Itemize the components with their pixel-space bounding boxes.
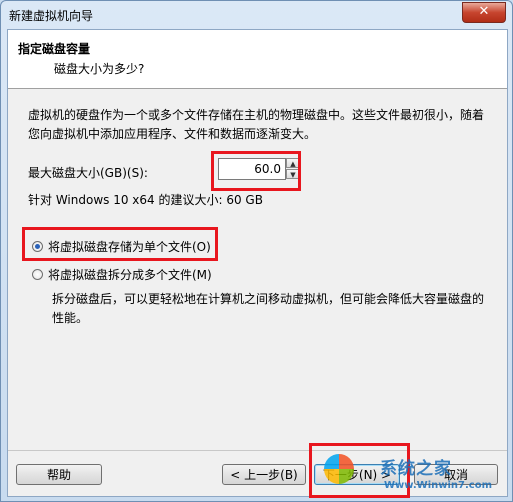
radio-unchecked-icon[interactable]	[32, 269, 43, 280]
wizard-header: 指定磁盘容量 磁盘大小为多少?	[8, 30, 507, 89]
split-files-label[interactable]: 将虚拟磁盘拆分成多个文件(M)	[48, 266, 212, 283]
footer-divider	[8, 450, 507, 451]
disk-size-label: 最大磁盘大小(GB)(S):	[28, 166, 148, 180]
close-icon: ✕	[478, 4, 490, 19]
stepper-down-icon[interactable]: ▼	[286, 169, 300, 179]
window-title: 新建虚拟机向导	[9, 9, 94, 23]
disk-size-stepper: ▲ ▼	[218, 158, 302, 182]
recommended-size: 针对 Windows 10 x64 的建议大小: 60 GB	[28, 193, 263, 207]
cancel-button[interactable]: 取消	[414, 464, 498, 485]
single-file-label[interactable]: 将虚拟磁盘存储为单个文件(O)	[48, 238, 211, 255]
radio-checked-icon[interactable]	[32, 241, 43, 252]
split-files-option[interactable]: 将虚拟磁盘拆分成多个文件(M)	[32, 266, 212, 283]
next-button[interactable]: 下一步(N) >	[314, 464, 400, 485]
split-description: 拆分磁盘后，可以更轻松地在计算机之间移动虚拟机，但可能会降低大容量磁盘的性能。	[52, 292, 485, 325]
back-button[interactable]: < 上一步(B)	[222, 464, 306, 485]
title-bar[interactable]: 新建虚拟机向导 ✕	[1, 1, 512, 28]
help-button[interactable]: 帮助	[16, 464, 102, 485]
stepper-up-icon[interactable]: ▲	[286, 158, 300, 168]
stepper-buttons: ▲ ▼	[286, 158, 300, 180]
page-title: 指定磁盘容量	[18, 42, 91, 56]
disk-description: 虚拟机的硬盘作为一个或多个文件存储在主机的物理磁盘中。这些文件最初很小，随着您向…	[28, 108, 485, 141]
close-button[interactable]: ✕	[462, 2, 506, 23]
wizard-window: 新建虚拟机向导 ✕ 指定磁盘容量 磁盘大小为多少? 虚拟机的硬盘作为一个或多个文…	[0, 0, 513, 502]
wizard-client-area: 指定磁盘容量 磁盘大小为多少? 虚拟机的硬盘作为一个或多个文件存储在主机的物理磁…	[7, 29, 508, 497]
single-file-option[interactable]: 将虚拟磁盘存储为单个文件(O)	[32, 238, 211, 255]
disk-size-input[interactable]	[218, 158, 286, 180]
page-subtitle: 磁盘大小为多少?	[54, 62, 145, 76]
